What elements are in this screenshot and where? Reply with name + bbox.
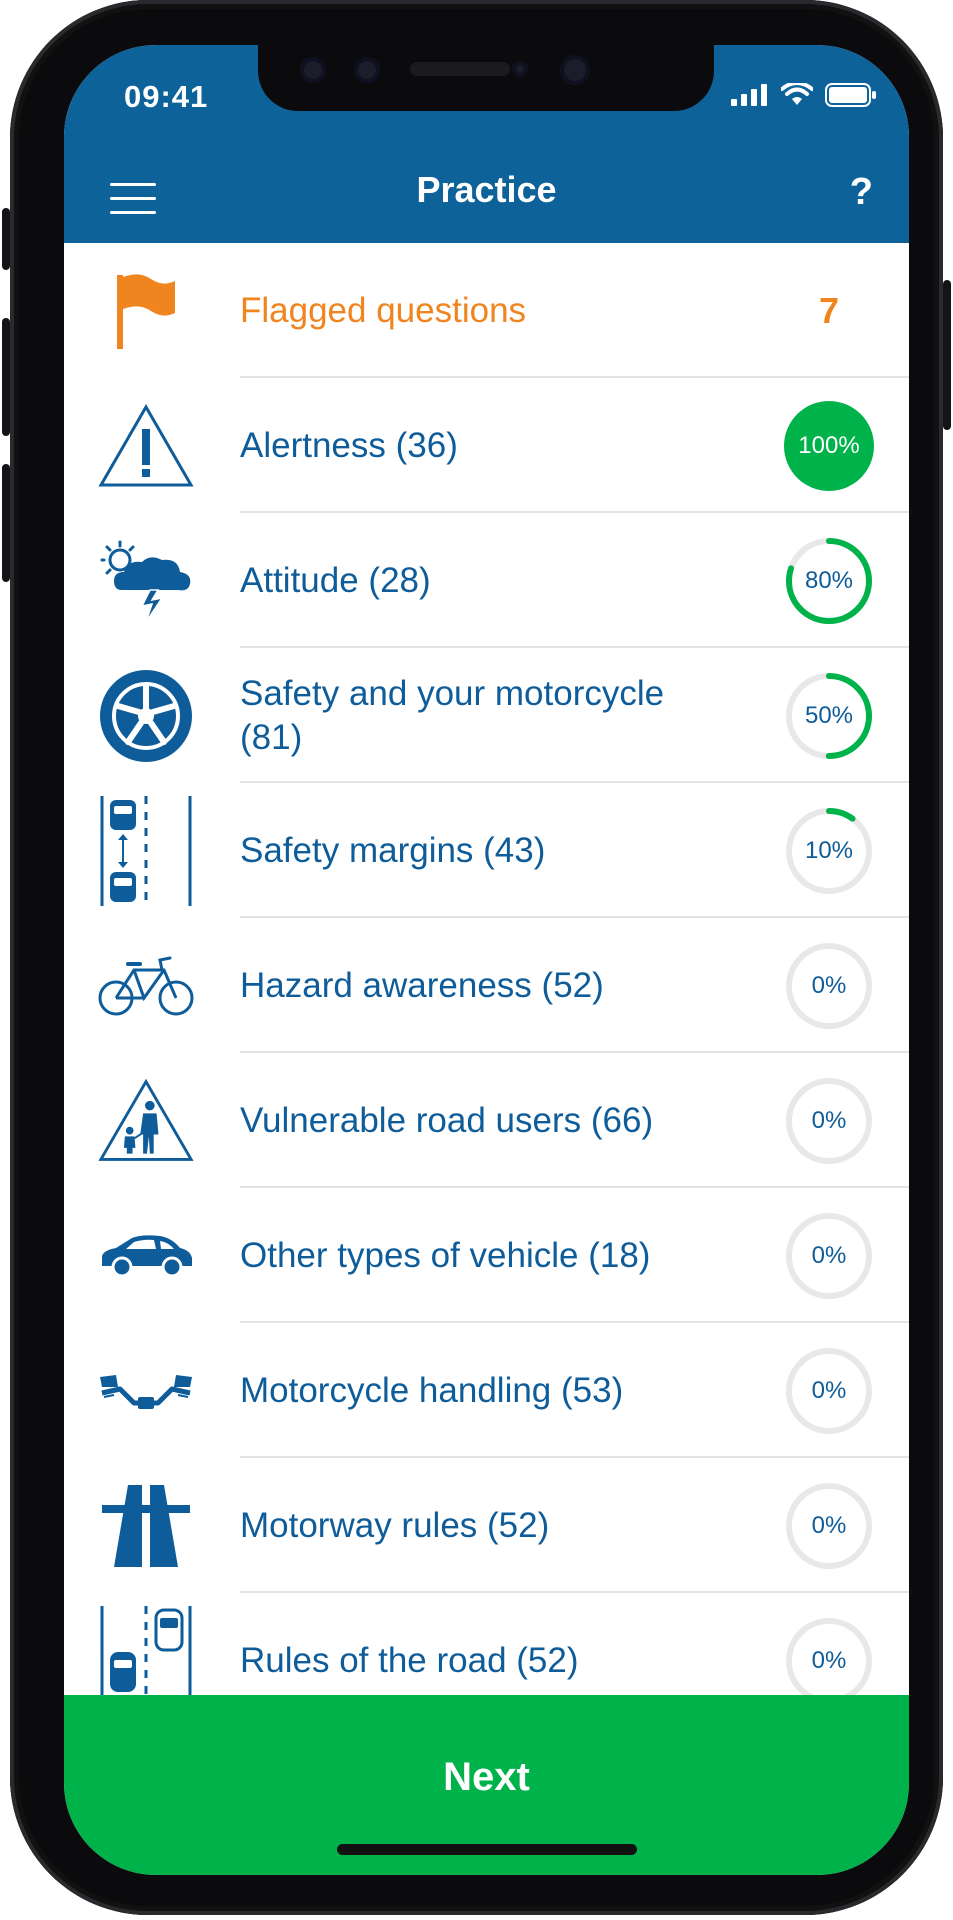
topic-row-motorway-rules[interactable]: Motorway rules (52) 0% (64, 1458, 909, 1593)
topic-label: Hazard awareness (52) (240, 965, 604, 1005)
wheel-icon (98, 670, 194, 762)
camera-icon (300, 57, 326, 83)
progress-ring: 10% (783, 805, 875, 897)
road-lanes-icon (98, 1606, 194, 1716)
topic-row-other-vehicles[interactable]: Other types of vehicle (18) 0% (64, 1188, 909, 1323)
topic-label: Motorway rules (52) (240, 1505, 550, 1545)
battery-icon (825, 83, 876, 107)
topic-row-hazard-awareness[interactable]: Hazard awareness (52) 0% (64, 918, 909, 1053)
progress-ring: 0% (783, 1615, 875, 1707)
sensor-icon (354, 57, 380, 83)
page-title: Practice (416, 169, 557, 210)
next-button[interactable]: Next (64, 1695, 909, 1875)
flagged-count: 7 (818, 290, 840, 331)
topic-label: Attitude (28) (240, 560, 431, 600)
progress-percent: 50% (804, 702, 854, 729)
signal-icon (731, 84, 767, 106)
progress-ring: 0% (783, 1075, 875, 1167)
proximity-sensor-icon (512, 61, 528, 77)
app-header: 09:41 Practice ? (64, 45, 909, 243)
progress-percent: 0% (811, 1512, 847, 1539)
progress-percent: 0% (811, 1647, 847, 1674)
bicycle-icon (98, 940, 194, 1032)
topic-row-vulnerable-road-users[interactable]: Vulnerable road users (66) 0% (64, 1053, 909, 1188)
progress-percent: 10% (804, 837, 854, 864)
progress-ring: 0% (783, 1480, 875, 1572)
home-indicator (337, 1844, 637, 1855)
motorway-icon (98, 1480, 194, 1572)
front-camera-icon (560, 55, 590, 85)
phone-frame: 09:41 Practice ? Flagged questions 7 Ale… (2, 0, 951, 1915)
progress-percent: 0% (811, 1107, 847, 1134)
screen: 09:41 Practice ? Flagged questions 7 Ale… (64, 45, 909, 1875)
topic-row-safety-margins[interactable]: Safety margins (43) 10% (64, 783, 909, 918)
progress-percent: 0% (811, 972, 847, 999)
topic-label: Vulnerable road users (66) (240, 1100, 654, 1140)
progress-percent: 80% (804, 567, 854, 594)
topic-list: Flagged questions 7 Alertness (36) 100% (64, 243, 909, 1728)
topic-label: Safety margins (43) (240, 830, 546, 870)
volume-down-button (2, 464, 10, 582)
progress-ring: 100% (783, 400, 875, 492)
notch (258, 45, 714, 111)
progress-percent: 0% (811, 1377, 847, 1404)
car-icon (98, 1210, 194, 1302)
flagged-count-cell: 7 (783, 265, 875, 357)
handlebars-icon (98, 1345, 194, 1437)
mute-switch (2, 208, 10, 270)
flagged-questions-label: Flagged questions (240, 290, 527, 330)
pedestrians-triangle-icon (98, 1075, 194, 1167)
warning-triangle-icon (98, 400, 194, 492)
topic-label: Other types of vehicle (18) (240, 1235, 651, 1275)
progress-ring: 0% (783, 940, 875, 1032)
flagged-questions-row[interactable]: Flagged questions 7 (64, 243, 909, 378)
safety-margins-icon (98, 796, 194, 906)
topic-row-attitude[interactable]: Attitude (28) 80% (64, 513, 909, 648)
status-time: 09:41 (124, 79, 209, 114)
volume-up-button (2, 318, 10, 436)
progress-ring: 80% (783, 535, 875, 627)
progress-ring: 0% (783, 1210, 875, 1302)
power-button (943, 280, 951, 430)
weather-storm-icon (98, 535, 194, 627)
topic-label: Alertness (36) (240, 425, 458, 465)
topic-row-alertness[interactable]: Alertness (36) 100% (64, 378, 909, 513)
status-icons (731, 83, 877, 107)
flag-icon (98, 265, 194, 357)
topic-row-motorcycle-handling[interactable]: Motorcycle handling (53) 0% (64, 1323, 909, 1458)
next-button-label: Next (443, 1755, 530, 1799)
help-icon[interactable]: ? (850, 171, 873, 214)
progress-ring: 0% (783, 1345, 875, 1437)
wifi-icon (781, 83, 813, 105)
topic-label: Motorcycle handling (53) (240, 1370, 624, 1410)
topic-label: Safety and your motorcycle (81) (240, 673, 665, 757)
topic-row-safety-motorcycle[interactable]: Safety and your motorcycle (81) 50% (64, 648, 909, 783)
speaker-grille (410, 62, 510, 76)
progress-percent: 100% (798, 432, 860, 459)
progress-ring: 50% (783, 670, 875, 762)
progress-percent: 0% (811, 1242, 847, 1269)
